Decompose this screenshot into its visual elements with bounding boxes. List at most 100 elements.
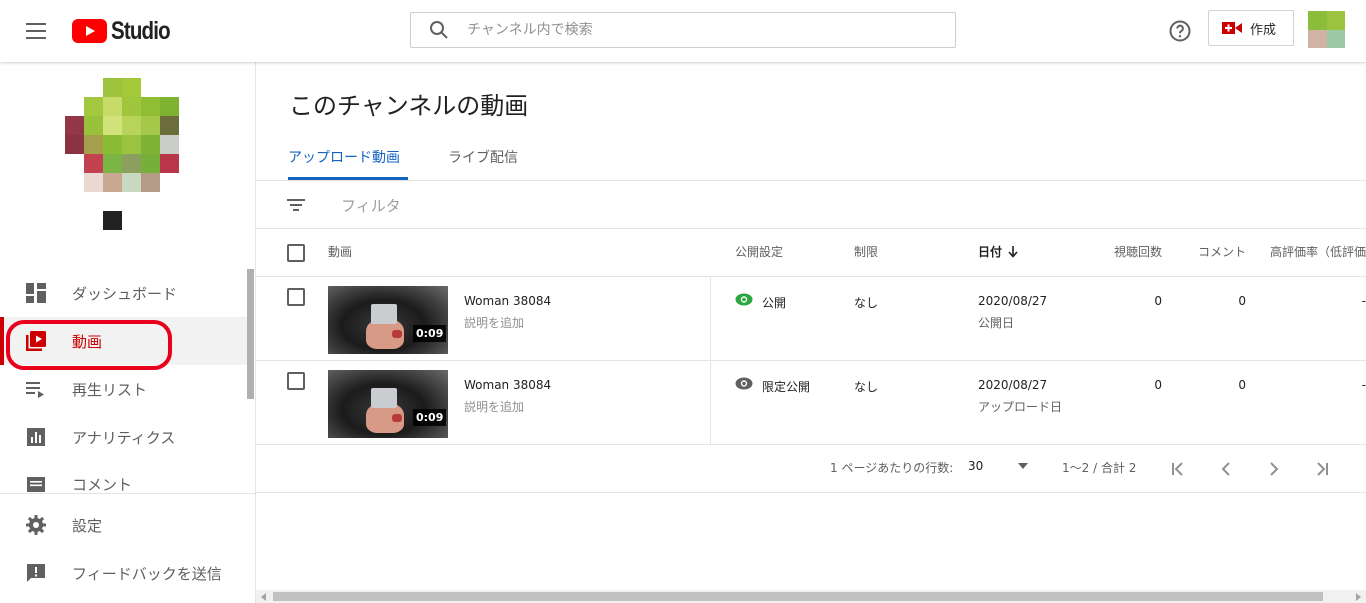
column-header-video: 動画: [328, 245, 353, 259]
comments-count: 0: [1238, 294, 1246, 308]
horizontal-scrollbar[interactable]: [256, 590, 1366, 603]
page-range: 1～2 / 合計 2: [1062, 461, 1137, 475]
sidebar-divider: [0, 493, 255, 494]
sidebar-item-label: アナリティクス: [72, 428, 176, 447]
sidebar-item-label: フィードバックを送信: [72, 564, 222, 583]
sidebar-item-settings[interactable]: 設定: [0, 501, 247, 549]
tab-live[interactable]: ライブ配信: [448, 147, 518, 167]
filter-icon[interactable]: [286, 197, 306, 213]
video-thumbnail[interactable]: [328, 286, 448, 354]
rows-per-page-value: 30: [968, 459, 984, 473]
dashboard-icon: [26, 283, 46, 303]
sidebar-item-videos[interactable]: 動画: [0, 317, 247, 365]
page-title: このチャンネルの動画: [289, 92, 529, 120]
search-box[interactable]: [410, 12, 956, 48]
youtube-logo-icon: [72, 19, 107, 43]
thumbnail-detail: [392, 414, 402, 422]
likes-value: -: [1361, 378, 1366, 392]
sidebar-item-feedback[interactable]: フィードバックを送信: [0, 549, 247, 597]
sidebar-item-label: 動画: [72, 332, 103, 351]
feedback-icon: [27, 564, 45, 582]
logo-text: Studio: [111, 16, 171, 45]
youtube-studio-logo[interactable]: Studio: [72, 17, 183, 45]
sidebar-item-label: 設定: [72, 516, 103, 535]
table-row[interactable]: 0:09 Woman 38084 説明を追加 限定公開 なし 2020/08/2…: [256, 361, 1366, 445]
rows-per-page-label: 1 ページあたりの行数:: [830, 461, 954, 475]
scroll-right-icon[interactable]: [1356, 593, 1361, 601]
eye-icon-public[interactable]: [735, 293, 753, 306]
row-divider: [256, 444, 1366, 445]
sidebar-item-label: 再生リスト: [72, 380, 148, 399]
restriction-value: なし: [854, 380, 879, 394]
sort-down-arrow-icon: [1008, 245, 1018, 258]
tabs-divider: [256, 180, 1366, 181]
tab-uploads[interactable]: アップロード動画: [288, 147, 400, 167]
views-count: 0: [1154, 378, 1162, 392]
thumbnail-phone: [371, 304, 397, 324]
sidebar-item-analytics[interactable]: アナリティクス: [0, 413, 247, 461]
first-page-icon[interactable]: [1166, 457, 1190, 481]
column-header-views[interactable]: 視聴回数: [1114, 243, 1162, 260]
date-value: 2020/08/27: [978, 294, 1048, 308]
column-header-comments[interactable]: コメント: [1198, 243, 1246, 260]
select-all-checkbox[interactable]: [287, 244, 305, 262]
row-checkbox[interactable]: [287, 372, 305, 390]
channel-avatar[interactable]: [65, 78, 179, 192]
column-divider: [710, 276, 711, 444]
table-row[interactable]: 0:09 Woman 38084 説明を追加 公開 なし 2020/08/27 …: [256, 277, 1366, 361]
last-page-icon[interactable]: [1310, 457, 1334, 481]
active-indicator: [0, 317, 4, 365]
sidebar-item-dashboard[interactable]: ダッシュボード: [0, 269, 247, 317]
scroll-left-icon[interactable]: [261, 593, 266, 601]
column-header-visibility[interactable]: 公開設定: [735, 243, 783, 260]
create-button-label: 作成: [1250, 22, 1277, 38]
video-title[interactable]: Woman 38084: [464, 378, 551, 392]
sidebar: ダッシュボード 動画 再生リスト アナリティクス コメント 設定 フィードバック…: [0, 62, 256, 603]
date-status: アップロード日: [978, 400, 1063, 414]
video-duration: 0:09: [413, 409, 447, 426]
comments-count: 0: [1238, 378, 1246, 392]
account-avatar[interactable]: [1308, 11, 1345, 48]
main-content: このチャンネルの動画 アップロード動画 ライブ配信 フィルタ 動画 公開設定 制…: [256, 62, 1366, 603]
restriction-value: なし: [854, 296, 879, 310]
video-library-icon: [26, 331, 46, 351]
comment-icon: [27, 477, 45, 492]
column-header-date[interactable]: 日付: [978, 243, 1018, 260]
video-thumbnail[interactable]: [328, 370, 448, 438]
scrollbar-thumb[interactable]: [273, 592, 1323, 601]
thumbnail-detail: [392, 330, 402, 338]
sidebar-item-comments[interactable]: コメント: [0, 461, 247, 493]
date-status: 公開日: [978, 316, 1015, 330]
sidebar-item-label: コメント: [72, 476, 133, 493]
column-header-date-label: 日付: [978, 245, 1003, 259]
sidebar-item-label: ダッシュボード: [72, 284, 178, 303]
dropdown-arrow-icon: [1018, 463, 1028, 469]
prev-page-icon[interactable]: [1214, 457, 1238, 481]
playlist-icon: [26, 382, 44, 398]
hamburger-menu-icon[interactable]: [22, 17, 50, 45]
column-header-restriction[interactable]: 制限: [854, 243, 878, 260]
date-value: 2020/08/27: [978, 378, 1048, 392]
video-title[interactable]: Woman 38084: [464, 294, 551, 308]
sidebar-scrollbar[interactable]: [247, 269, 254, 399]
video-description[interactable]: 説明を追加: [464, 398, 524, 415]
video-camera-add-icon: [1222, 22, 1242, 34]
rows-per-page-select[interactable]: 30: [968, 459, 1032, 473]
next-page-icon[interactable]: [1262, 457, 1286, 481]
help-icon[interactable]: [1168, 19, 1192, 43]
video-description[interactable]: 説明を追加: [464, 314, 524, 331]
eye-icon-unlisted[interactable]: [735, 377, 753, 390]
create-button[interactable]: 作成: [1208, 10, 1294, 46]
visibility-label[interactable]: 限定公開: [762, 378, 810, 395]
column-header-likes[interactable]: 高評価率（低評価: [1270, 243, 1366, 260]
gear-icon: [26, 515, 46, 535]
filter-input[interactable]: フィルタ: [341, 195, 401, 216]
views-count: 0: [1154, 294, 1162, 308]
sidebar-item-playlists[interactable]: 再生リスト: [0, 365, 247, 413]
search-icon: [430, 21, 448, 39]
visibility-label[interactable]: 公開: [762, 294, 786, 311]
channel-name-placeholder: [103, 211, 122, 230]
row-checkbox[interactable]: [287, 288, 305, 306]
likes-value: -: [1361, 294, 1366, 308]
search-input[interactable]: [467, 15, 927, 45]
